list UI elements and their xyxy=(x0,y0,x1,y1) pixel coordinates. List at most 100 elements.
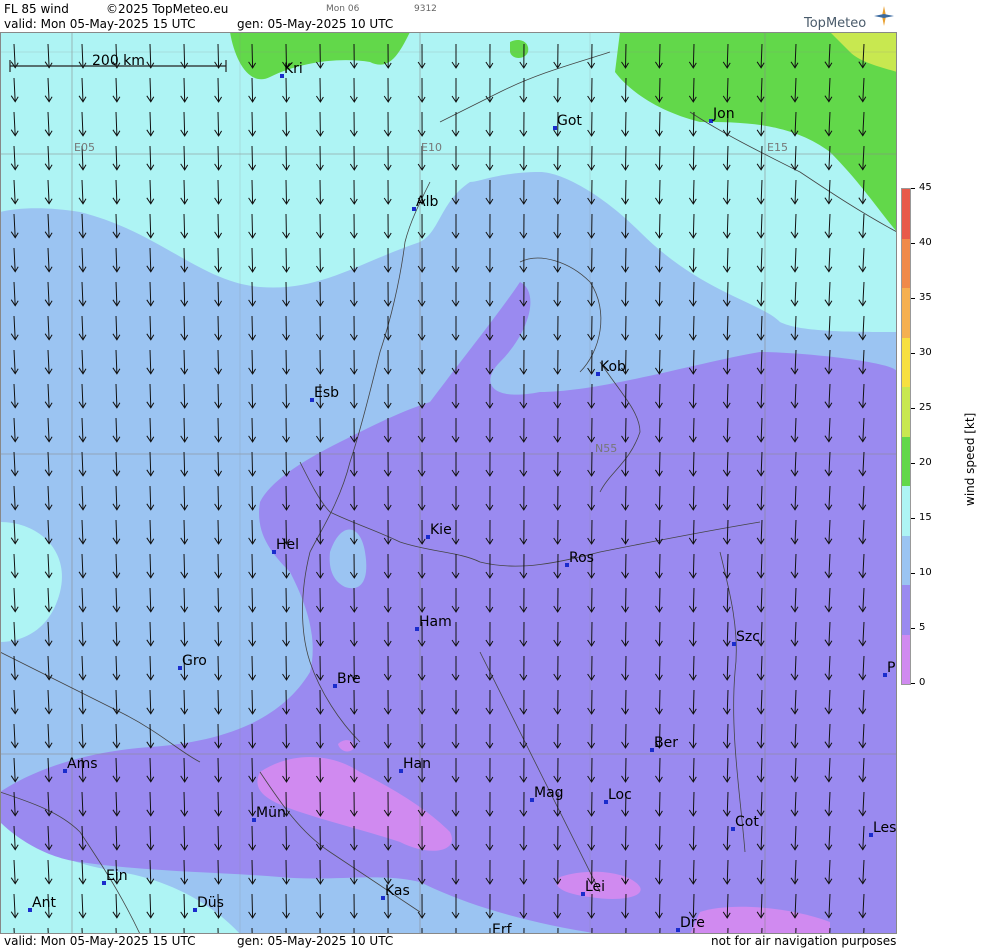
legend-title: wind speed [kt] xyxy=(963,412,977,506)
wind-map[interactable]: 200 km E05 E10 E15 N55 Kri Got Jon Alb K… xyxy=(0,32,897,934)
legend-color-segment xyxy=(902,189,910,239)
legend-tick-label: 25 xyxy=(919,402,932,413)
legend-tick-label: 20 xyxy=(919,457,932,468)
city-ber[interactable]: Ber xyxy=(650,735,678,752)
compass-icon xyxy=(874,6,894,26)
scale-bar-label: 200 km xyxy=(92,53,145,69)
legend-tick-mark xyxy=(911,518,915,519)
legend-color-segment xyxy=(902,585,910,635)
legend-tick-mark xyxy=(911,408,915,409)
svg-text:Hel: Hel xyxy=(276,537,299,553)
city-ams[interactable]: Ams xyxy=(63,756,98,773)
legend-color-segment xyxy=(902,634,910,684)
svg-text:Alb: Alb xyxy=(416,194,438,210)
city-kas[interactable]: Kas xyxy=(381,883,410,900)
svg-text:Ham: Ham xyxy=(419,614,452,630)
city-alb[interactable]: Alb xyxy=(412,194,438,211)
legend-tick-label: 0 xyxy=(919,677,926,688)
legend-tick-mark xyxy=(911,353,915,354)
legend-color-segment xyxy=(902,288,910,338)
city-hel[interactable]: Hel xyxy=(272,537,299,554)
legend-tick-mark xyxy=(911,463,915,464)
svg-text:Han: Han xyxy=(403,756,431,772)
svg-text:Kas: Kas xyxy=(385,883,410,899)
legend-color-segment xyxy=(902,387,910,437)
legend-tick-label: 40 xyxy=(919,237,932,248)
valid-time: valid: Mon 05-May-2025 15 UTC xyxy=(4,17,196,31)
city-kri[interactable]: Kri xyxy=(280,61,303,78)
city-cot[interactable]: Cot xyxy=(731,814,759,831)
footer-disclaimer: not for air navigation purposes xyxy=(711,934,897,948)
legend-tick-label: 10 xyxy=(919,567,932,578)
svg-text:Mün: Mün xyxy=(256,805,286,821)
wind-speed-legend: 45 40 35 30 25 20 15 10 5 0 wind speed [kt] xyxy=(897,0,989,949)
svg-text:Kob: Kob xyxy=(600,359,626,375)
grid-label-e05: E05 xyxy=(74,141,95,154)
legend-color-segment xyxy=(902,535,910,585)
svg-text:Ein: Ein xyxy=(106,868,128,884)
legend-tick-label: 35 xyxy=(919,292,932,303)
city-loc[interactable]: Loc xyxy=(604,787,632,804)
city-mun[interactable]: Mün xyxy=(252,805,286,822)
city-kob[interactable]: Kob xyxy=(596,359,626,376)
legend-color-segment xyxy=(902,436,910,486)
legend-colorbar xyxy=(901,188,911,685)
legend-tick-mark xyxy=(911,683,915,684)
brand-name: TopMeteo xyxy=(804,16,867,31)
legend-tick-mark xyxy=(911,298,915,299)
city-les[interactable]: Les xyxy=(869,820,896,837)
legend-tick-label: 45 xyxy=(919,182,932,193)
legend-tick-label: 30 xyxy=(919,347,932,358)
gen-time: gen: 05-May-2025 10 UTC xyxy=(237,17,394,31)
svg-text:Got: Got xyxy=(557,113,582,129)
product-title: FL 85 wind xyxy=(4,2,69,16)
city-jon[interactable]: Jon xyxy=(709,106,735,123)
copyright: ©2025 TopMeteo.eu xyxy=(106,2,229,16)
city-bre[interactable]: Bre xyxy=(333,671,361,688)
svg-text:Szc: Szc xyxy=(736,629,760,645)
svg-text:Lei: Lei xyxy=(585,879,605,895)
svg-text:Esb: Esb xyxy=(314,385,339,401)
svg-text:Bre: Bre xyxy=(337,671,361,687)
svg-text:Kie: Kie xyxy=(430,522,452,538)
city-got[interactable]: Got xyxy=(553,113,582,130)
svg-text:Ams: Ams xyxy=(67,756,98,772)
city-ant[interactable]: Ant xyxy=(28,895,56,912)
footer-gen-time: gen: 05-May-2025 10 UTC xyxy=(237,934,394,948)
city-han[interactable]: Han xyxy=(399,756,431,773)
legend-color-segment xyxy=(902,238,910,288)
legend-tick-mark xyxy=(911,188,915,189)
svg-text:Mag: Mag xyxy=(534,785,564,801)
city-szc[interactable]: Szc xyxy=(732,629,760,646)
svg-text:Jon: Jon xyxy=(712,106,735,122)
svg-text:Loc: Loc xyxy=(608,787,632,803)
legend-color-segment xyxy=(902,337,910,387)
city-dus[interactable]: Düs xyxy=(193,895,224,912)
legend-tick-label: 15 xyxy=(919,512,932,523)
city-ros[interactable]: Ros xyxy=(565,550,594,567)
svg-text:Gro: Gro xyxy=(182,653,207,669)
svg-text:Dre: Dre xyxy=(680,915,705,931)
svg-text:Düs: Düs xyxy=(197,895,224,911)
grid-label-n55: N55 xyxy=(595,442,617,455)
city-gro[interactable]: Gro xyxy=(178,653,207,670)
city-kie[interactable]: Kie xyxy=(426,522,452,539)
run-code: 9312 xyxy=(414,4,437,14)
legend-tick-mark xyxy=(911,243,915,244)
legend-tick-mark xyxy=(911,628,915,629)
city-ein[interactable]: Ein xyxy=(102,868,128,885)
svg-text:Ant: Ant xyxy=(32,895,56,911)
city-dre[interactable]: Dre xyxy=(676,915,705,932)
city-ham[interactable]: Ham xyxy=(415,614,452,631)
grid-label-e10: E10 xyxy=(421,141,442,154)
svg-text:Ber: Ber xyxy=(654,735,678,751)
city-erf[interactable]: Erf xyxy=(492,922,513,934)
footer-valid-time: valid: Mon 05-May-2025 15 UTC xyxy=(4,934,196,948)
city-mag[interactable]: Mag xyxy=(530,785,564,802)
city-esb[interactable]: Esb xyxy=(310,385,339,402)
city-lei[interactable]: Lei xyxy=(581,879,605,896)
grid-label-e15: E15 xyxy=(767,141,788,154)
legend-tick-label: 5 xyxy=(919,622,926,633)
legend-tick-mark xyxy=(911,573,915,574)
day-tab[interactable]: Mon 06 xyxy=(326,4,359,14)
